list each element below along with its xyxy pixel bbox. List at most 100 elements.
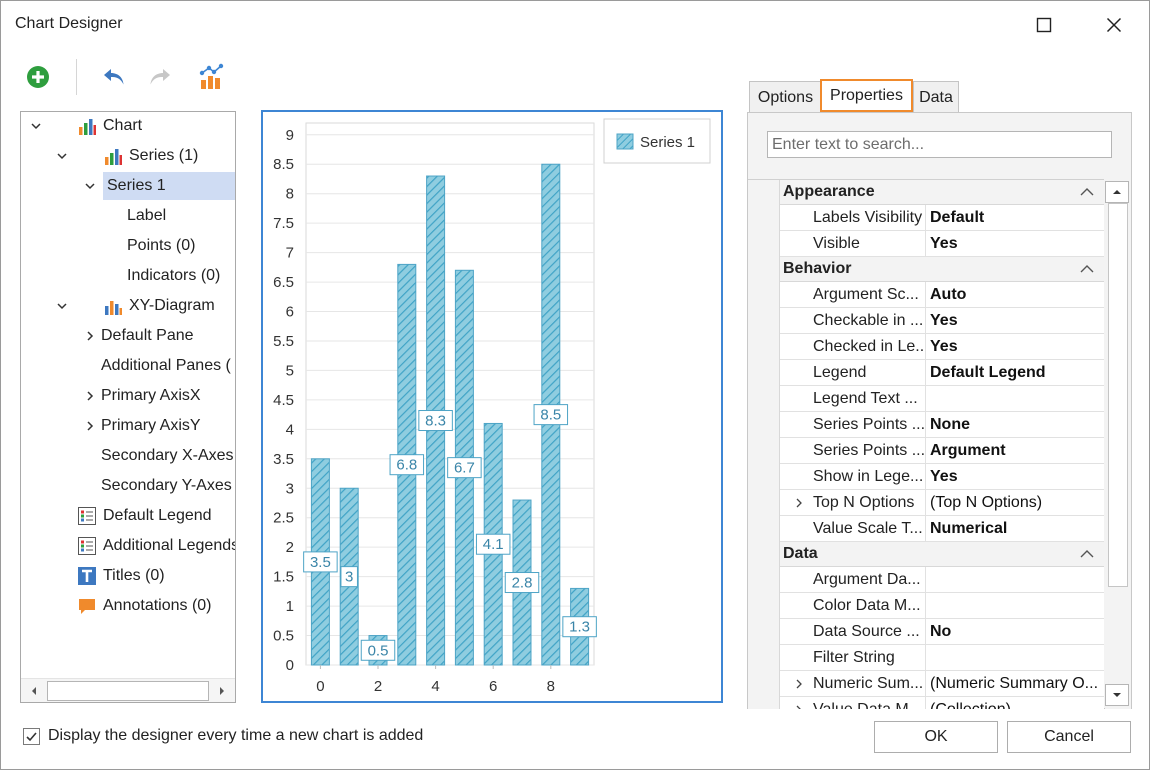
tree-node-default-legend[interactable]: Default Legend bbox=[77, 502, 212, 530]
property-value[interactable]: None bbox=[926, 412, 1104, 438]
property-grid-vertical-scrollbar[interactable] bbox=[1105, 179, 1131, 709]
tab-data[interactable]: Data bbox=[913, 81, 959, 113]
property-row[interactable]: Data Source ... No bbox=[780, 619, 1104, 645]
property-value[interactable]: Yes bbox=[926, 334, 1104, 360]
property-value[interactable]: Default Legend bbox=[926, 360, 1104, 386]
chart-legend[interactable]: Series 1 bbox=[603, 118, 711, 164]
tree-node-default-pane[interactable]: Default Pane bbox=[101, 322, 194, 350]
y-tick-label: 3 bbox=[286, 480, 294, 497]
property-row[interactable]: Series Points ... None bbox=[780, 412, 1104, 438]
property-value[interactable]: Yes bbox=[926, 308, 1104, 334]
tree-node-titles[interactable]: Titles (0) bbox=[77, 562, 165, 590]
property-value[interactable]: Auto bbox=[926, 282, 1104, 308]
tree-expander[interactable] bbox=[29, 119, 43, 133]
close-button[interactable] bbox=[1091, 7, 1137, 43]
property-value[interactable]: Default bbox=[926, 205, 1104, 231]
property-row[interactable]: Top N Options (Top N Options) bbox=[780, 490, 1104, 516]
window-title: Chart Designer bbox=[15, 15, 123, 32]
scroll-down-button[interactable] bbox=[1105, 684, 1129, 706]
property-row[interactable]: Show in Lege... Yes bbox=[780, 464, 1104, 490]
property-value[interactable] bbox=[926, 386, 1104, 412]
property-category[interactable]: Behavior bbox=[780, 257, 1104, 282]
collapse-category-button[interactable] bbox=[1080, 548, 1094, 560]
tree-node-secondary-y-axes[interactable]: Secondary Y-Axes bbox=[101, 472, 232, 500]
data-label-text: 3 bbox=[345, 569, 353, 586]
ok-button[interactable]: OK bbox=[874, 721, 998, 753]
redo-button[interactable] bbox=[144, 61, 176, 93]
tree-node-annotations[interactable]: Annotations (0) bbox=[77, 592, 212, 620]
property-value[interactable] bbox=[926, 593, 1104, 619]
property-row[interactable]: Argument Sc... Auto bbox=[780, 282, 1104, 308]
property-row[interactable]: Color Data M... bbox=[780, 593, 1104, 619]
cancel-button[interactable]: Cancel bbox=[1007, 721, 1131, 753]
tree-expander[interactable] bbox=[83, 389, 97, 403]
tree-node-indicators[interactable]: Indicators (0) bbox=[127, 262, 220, 290]
tree-node-points[interactable]: Points (0) bbox=[127, 232, 195, 260]
scroll-thumb[interactable] bbox=[1108, 203, 1128, 587]
tree-expander[interactable] bbox=[83, 419, 97, 433]
property-row[interactable]: Labels Visibility Default bbox=[780, 205, 1104, 231]
tree-expander[interactable] bbox=[55, 149, 69, 163]
tab-properties[interactable]: Properties bbox=[820, 79, 913, 112]
tree-node-additional-panes[interactable]: Additional Panes ( bbox=[101, 352, 231, 380]
property-row[interactable]: Checked in Le... Yes bbox=[780, 334, 1104, 360]
property-row[interactable]: Legend Default Legend bbox=[780, 360, 1104, 386]
add-chart-element-button[interactable] bbox=[22, 61, 54, 93]
tree-node-series[interactable]: Series (1) bbox=[103, 142, 198, 170]
undo-button[interactable] bbox=[98, 61, 130, 93]
property-row[interactable]: Numeric Sum... (Numeric Summary O... bbox=[780, 671, 1104, 697]
property-value[interactable]: Yes bbox=[926, 231, 1104, 257]
property-row[interactable]: Series Points ... Argument bbox=[780, 438, 1104, 464]
property-category-label: Appearance bbox=[783, 183, 875, 200]
chart-wizard-button[interactable] bbox=[195, 61, 227, 93]
property-category[interactable]: Appearance bbox=[780, 180, 1104, 205]
collapse-category-button[interactable] bbox=[1080, 263, 1094, 275]
property-value[interactable]: (Numeric Summary O... bbox=[926, 671, 1104, 697]
scroll-left-button[interactable] bbox=[23, 681, 45, 701]
property-row[interactable]: Value Scale T... Numerical bbox=[780, 516, 1104, 542]
scroll-up-button[interactable] bbox=[1105, 181, 1129, 203]
chart-preview[interactable]: 0 0.5 1 1.5 2 2.5 3 3.5 4 4.5 5 5.5 6 6.5 7 7.5 8 8.5 9 3.5… bbox=[261, 110, 723, 703]
tree-horizontal-scrollbar[interactable] bbox=[21, 678, 235, 702]
tree-node-label[interactable]: Label bbox=[127, 202, 166, 230]
legend-icon-wrapper bbox=[77, 536, 97, 556]
properties-panel: Appearance Labels VisibilityDefaultVisibl… bbox=[747, 112, 1132, 709]
scroll-thumb[interactable] bbox=[47, 681, 209, 701]
tree-node-primary-axis-y[interactable]: Primary AxisY bbox=[101, 412, 201, 440]
tab-options[interactable]: Options bbox=[749, 81, 822, 113]
collapse-category-button[interactable] bbox=[1080, 186, 1094, 198]
y-tick-label: 7 bbox=[286, 245, 294, 262]
tree-node-series-1[interactable]: Series 1 bbox=[103, 172, 235, 200]
tree-expander[interactable] bbox=[55, 299, 69, 313]
property-row[interactable]: Legend Text ... bbox=[780, 386, 1104, 412]
tree-node-additional-legends[interactable]: Additional Legends bbox=[77, 532, 235, 560]
property-value[interactable]: Argument bbox=[926, 438, 1104, 464]
maximize-button[interactable] bbox=[1021, 7, 1067, 43]
property-value[interactable] bbox=[926, 567, 1104, 593]
property-row[interactable]: Checkable in ... Yes bbox=[780, 308, 1104, 334]
tree-node-xy-diagram[interactable]: XY-Diagram bbox=[103, 292, 215, 320]
tree-node-chart[interactable]: Chart bbox=[77, 112, 142, 140]
tree-expander[interactable] bbox=[83, 329, 97, 343]
property-row[interactable]: Argument Da... bbox=[780, 567, 1104, 593]
property-value[interactable]: No bbox=[926, 619, 1104, 645]
chevron-right-icon bbox=[87, 331, 94, 341]
show-designer-checkbox[interactable] bbox=[23, 727, 40, 745]
tree-node-primary-axis-x[interactable]: Primary AxisX bbox=[101, 382, 201, 410]
property-value[interactable]: (Top N Options) bbox=[926, 490, 1104, 516]
property-search-input[interactable] bbox=[767, 131, 1112, 158]
property-row[interactable]: Visible Yes bbox=[780, 231, 1104, 257]
property-value[interactable]: (Collection) bbox=[926, 697, 1104, 709]
property-category[interactable]: Data bbox=[780, 542, 1104, 567]
property-value[interactable] bbox=[926, 645, 1104, 671]
property-value[interactable]: Numerical bbox=[926, 516, 1104, 542]
property-value[interactable]: Yes bbox=[926, 464, 1104, 490]
tree-expander[interactable] bbox=[83, 179, 97, 193]
property-row[interactable]: Filter String bbox=[780, 645, 1104, 671]
tree-node-secondary-x-axes[interactable]: Secondary X-Axes bbox=[101, 442, 234, 470]
scroll-right-button[interactable] bbox=[211, 681, 233, 701]
property-row[interactable]: Value Data M...(Collection) bbox=[780, 697, 1104, 709]
y-tick-label: 5 bbox=[286, 362, 294, 379]
property-name: Show in Lege... bbox=[780, 464, 926, 490]
show-designer-option[interactable]: Display the designer every time a new ch… bbox=[23, 724, 423, 748]
